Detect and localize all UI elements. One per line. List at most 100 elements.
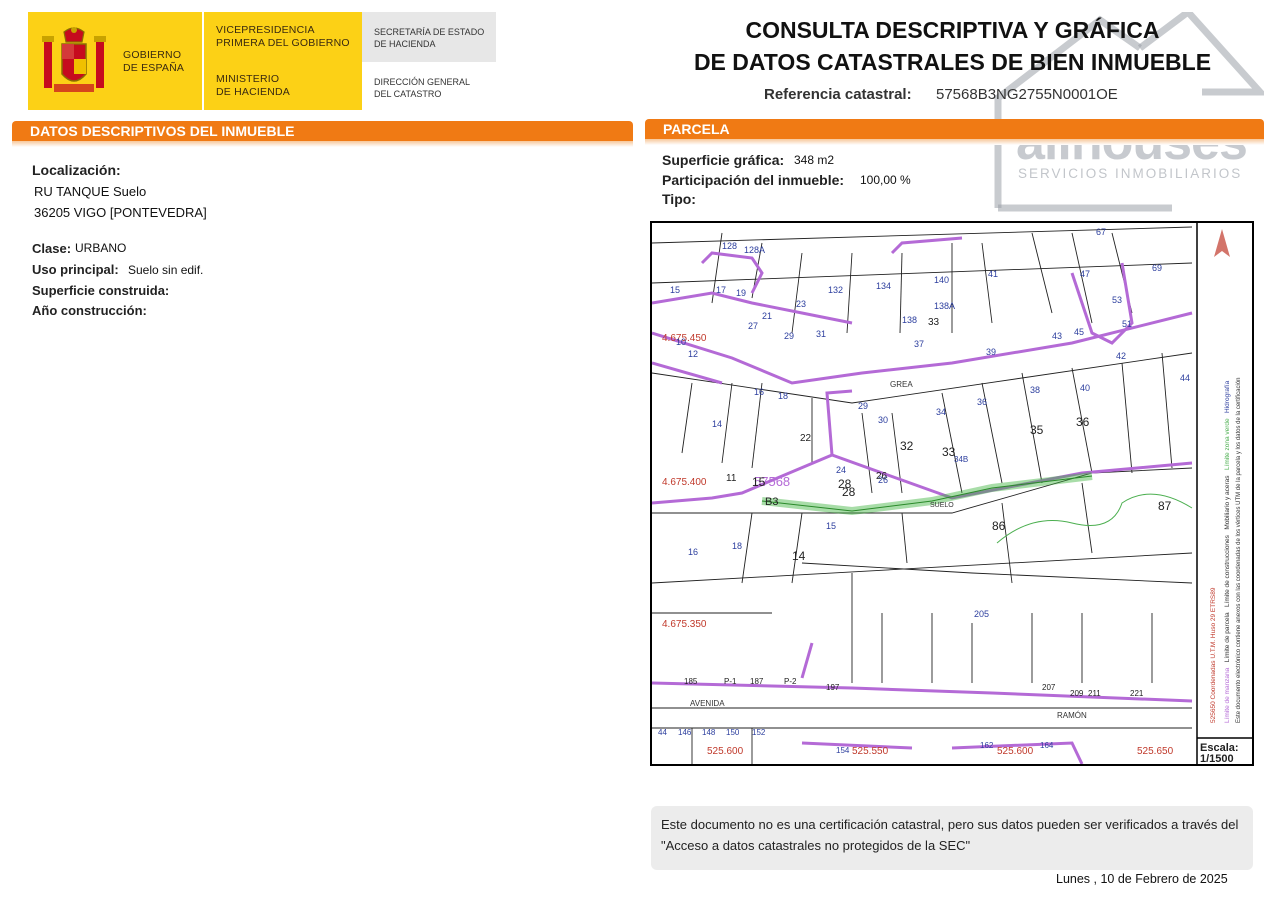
localizacion-line2: 36205 VIGO [PONTEVEDRA] [34, 205, 207, 220]
coord-y3: 4.675.350 [662, 619, 707, 630]
logo-gov-line2: DE ESPAÑA [123, 62, 185, 74]
section-title-parcela: PARCELA [663, 121, 730, 137]
house-number: 128 [722, 241, 738, 251]
house-number: 164 [1040, 741, 1054, 750]
house-number: 44 [658, 728, 667, 737]
coat-of-arms-icon [42, 27, 106, 92]
coord-y2: 4.675.400 [662, 477, 707, 488]
document-title: CONSULTA DESCRIPTIVA Y GRÁFICA DE DATOS … [660, 14, 1245, 78]
street-ramon: RAMÓN [1057, 711, 1087, 720]
house-number: 154 [836, 746, 850, 755]
street-suelo: SUELO [930, 502, 954, 509]
legend-item: Límite zona verde [1224, 418, 1231, 471]
house-number: 17 [716, 285, 727, 295]
house-number: 162 [980, 741, 994, 750]
legend-item: Límite de parcela [1224, 612, 1231, 663]
document-date: Lunes , 10 de Febrero de 2025 [1056, 872, 1228, 886]
house-number: 10 [676, 337, 687, 347]
watermark-tagline: SERVICIOS INMOBILIARIOS [1018, 166, 1243, 181]
house-number: 43 [1052, 331, 1063, 341]
logo-dg-line1: DIRECCIÓN GENERAL [374, 77, 471, 87]
ref-catastral-label: Referencia catastral: [764, 86, 912, 103]
house-number: 27 [748, 321, 759, 331]
logo-sec-line2: DE HACIENDA [374, 39, 436, 49]
house-number: 185 [684, 677, 698, 686]
house-number: 207 [1042, 683, 1056, 692]
anio-construccion-label: Año construcción: [32, 303, 147, 318]
ref-catastral-value: 57568B3NG2755N0001OE [936, 86, 1118, 103]
house-number: 30 [878, 415, 889, 425]
tipo-label: Tipo: [662, 191, 696, 207]
section-shadow-right [645, 139, 1264, 145]
logo-vice-line2: PRIMERA DEL GOBIERNO [216, 37, 350, 49]
house-number: 11 [726, 473, 737, 484]
house-number: 18 [732, 541, 743, 551]
logo-min-line2: DE HACIENDA [216, 86, 290, 98]
disclaimer-text: Este documento no es una certificación c… [661, 817, 1239, 853]
house-number: 38 [1030, 385, 1041, 395]
house-number: 12 [688, 349, 699, 359]
logo-vice-line1: VICEPRESIDENCIA [216, 24, 315, 36]
house-number: 21 [762, 311, 773, 321]
coord-x2: 525.550 [852, 746, 889, 757]
house-number: 18 [778, 391, 789, 401]
coord-x3: 525.600 [997, 746, 1034, 757]
house-number: 209 [1070, 689, 1084, 698]
house-number: 35 [1030, 423, 1044, 437]
government-logo: GOBIERNO DE ESPAÑA VICEPRESIDENCIA PRIME… [28, 12, 496, 110]
house-number: 47 [1080, 269, 1091, 279]
logo-dg-line2: DEL CATASTRO [374, 89, 442, 99]
house-number: 138 [902, 315, 918, 325]
clase-label: Clase: [32, 241, 72, 256]
house-number: 15 [826, 521, 837, 531]
house-number: 16 [754, 387, 765, 397]
participacion-label: Participación del inmueble: [662, 172, 845, 188]
participacion-value: 100,00 % [860, 173, 911, 187]
localizacion-label: Localización: [32, 162, 121, 178]
house-number: 44 [1180, 373, 1191, 383]
house-number: 40 [1080, 383, 1091, 393]
house-number: 29 [858, 401, 869, 411]
section-header-descriptive: DATOS DESCRIPTIVOS DEL INMUEBLE [12, 121, 633, 141]
house-number: 221 [1130, 689, 1144, 698]
logo-gov-line1: GOBIERNO [123, 49, 182, 61]
house-number: P-2 [784, 677, 797, 686]
house-number: 138A [934, 301, 956, 311]
house-number: 41 [988, 269, 999, 279]
house-number: 28 [842, 485, 856, 499]
house-number: 69 [1152, 263, 1163, 273]
house-number: 42 [1116, 351, 1127, 361]
section-title-descriptive: DATOS DESCRIPTIVOS DEL INMUEBLE [30, 123, 295, 139]
north-arrow-icon [1214, 229, 1230, 257]
parcel-label: B3 [765, 496, 779, 508]
house-number: 67 [1096, 227, 1107, 237]
house-number: 205 [974, 609, 990, 619]
house-number: 86 [992, 519, 1006, 533]
house-number: 146 [678, 728, 692, 737]
title-line2: DE DATOS CATASTRALES DE BIEN INMUEBLE [693, 49, 1212, 75]
uso-value: Suelo sin edif. [128, 263, 204, 277]
title-line1: CONSULTA DESCRIPTIVA Y GRÁFICA [745, 17, 1160, 43]
logo-yellow-block: GOBIERNO DE ESPAÑA VICEPRESIDENCIA PRIME… [28, 12, 362, 110]
house-number: 15 [752, 475, 766, 489]
house-number: 36 [977, 397, 988, 407]
house-number: 34B [954, 455, 969, 464]
cadastral-map[interactable]: 4.675.450 4.675.400 4.675.350 525.600 52… [650, 221, 1254, 766]
section-shadow-left [12, 141, 633, 147]
house-number: 15 [670, 285, 681, 295]
house-number: 16 [688, 547, 699, 557]
localizacion-line1: RU TANQUE Suelo [34, 184, 147, 199]
street-grea: GREA [890, 380, 913, 389]
legend-item: Mobiliario y aceras [1224, 475, 1231, 530]
legend-note: Este documento electrónico contiene anex… [1236, 377, 1242, 723]
logo-grey-block: SECRETARÍA DE ESTADO DE HACIENDA [362, 12, 496, 62]
house-number: 140 [934, 275, 950, 285]
house-number: 14 [792, 549, 806, 563]
house-number: 14 [712, 419, 723, 429]
house-number: 132 [828, 285, 844, 295]
legend-item: Hidrografía [1224, 380, 1231, 413]
street-avenida: AVENIDA [690, 699, 725, 708]
house-number: 134 [876, 281, 892, 291]
legend-coords: 525650 Coordenadas U.T.M. Huso 29 ETRS89 [1210, 587, 1217, 724]
house-number: 32 [900, 439, 914, 453]
